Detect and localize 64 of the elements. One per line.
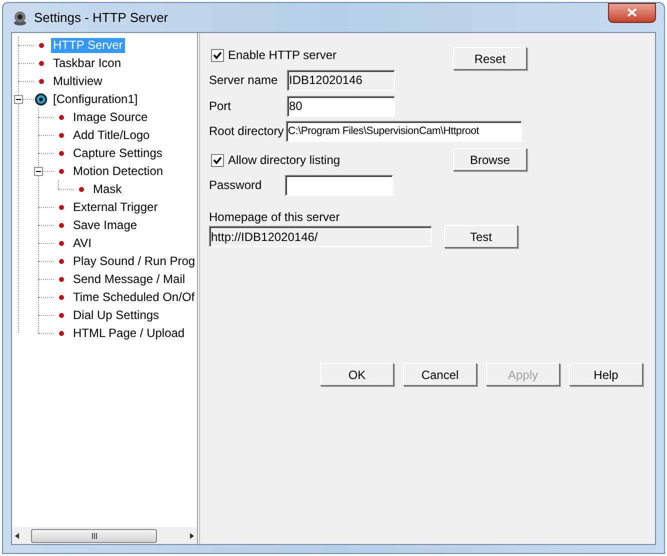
check-icon: [213, 50, 222, 60]
dialog-button[interactable]: Test: [444, 225, 518, 248]
tree-item[interactable]: Play Sound / Run Prog: [71, 254, 197, 268]
dialog-button[interactable]: Help: [569, 363, 643, 386]
dialog-button[interactable]: Cancel: [403, 363, 477, 386]
bullet-icon: [58, 132, 64, 138]
camera-eye-icon: [34, 92, 48, 106]
horizontal-scrollbar[interactable]: [12, 527, 197, 544]
bullet-icon: [58, 114, 64, 120]
tree-item[interactable]: Capture Settings: [71, 146, 164, 160]
tree-item[interactable]: Time Scheduled On/Of: [71, 290, 197, 304]
text-field[interactable]: C:\Program Files\SupervisionCam\Httproot: [286, 120, 522, 142]
tree-item[interactable]: Send Message / Mail: [71, 272, 188, 286]
bullet-icon: [58, 240, 64, 246]
bullet-icon: [58, 312, 64, 318]
field-label: Root directory: [209, 123, 285, 140]
close-button[interactable]: [608, 2, 656, 22]
close-icon: [627, 8, 637, 17]
field-label: Port: [209, 98, 232, 115]
dialog-button[interactable]: Browse: [453, 148, 527, 171]
scroll-left-icon[interactable]: [14, 532, 22, 540]
tree-item[interactable]: Motion Detection: [71, 164, 166, 178]
scroll-right-icon[interactable]: [187, 532, 195, 540]
checkbox-label: Allow directory listing: [228, 152, 340, 169]
bullet-icon: [58, 276, 64, 282]
bullet-icon: [38, 60, 44, 66]
bullet-icon: [78, 186, 84, 192]
check-icon: [213, 156, 222, 164]
bullet-icon: [58, 168, 64, 174]
text-field[interactable]: IDB12020146: [287, 70, 395, 90]
collapse-toggle[interactable]: [34, 167, 43, 176]
tree-item[interactable]: Taskbar Icon: [51, 56, 124, 70]
collapse-toggle[interactable]: [14, 95, 23, 104]
bullet-icon: [58, 150, 64, 156]
checkbox-label: Enable HTTP server: [228, 47, 336, 64]
webcam-icon: [12, 10, 28, 26]
tree-item[interactable]: Add Title/Logo: [71, 128, 152, 142]
tree-item[interactable]: Mask: [91, 182, 124, 196]
bullet-icon: [58, 330, 64, 336]
dialog-button[interactable]: OK: [320, 363, 394, 386]
tree-item[interactable]: Dial Up Settings: [71, 308, 162, 322]
bullet-icon: [38, 42, 44, 48]
bullet-icon: [58, 204, 64, 210]
tree-item[interactable]: External Trigger: [71, 200, 160, 214]
tree-item[interactable]: AVI: [71, 236, 94, 250]
tree-item[interactable]: Multiview: [51, 74, 104, 88]
checkbox[interactable]: [211, 48, 224, 62]
text-field[interactable]: http://IDB12020146/: [209, 226, 432, 247]
field-label: Server name: [209, 72, 279, 89]
checkbox[interactable]: [211, 154, 224, 166]
bullet-icon: [38, 78, 44, 84]
bullet-icon: [58, 294, 64, 300]
window-title: Settings - HTTP Server: [34, 8, 168, 27]
bullet-icon: [58, 258, 64, 264]
tree-item[interactable]: [Configuration1]: [51, 92, 140, 106]
bullet-icon: [58, 222, 64, 228]
text-field[interactable]: 80: [287, 96, 395, 116]
field-label: Homepage of this server: [209, 210, 341, 224]
tree-item[interactable]: Image Source: [71, 110, 150, 124]
tree-item[interactable]: Save Image: [71, 218, 140, 232]
tree-item[interactable]: HTML Page / Upload: [71, 326, 187, 340]
field-label: Password: [209, 177, 263, 194]
text-field[interactable]: [285, 174, 393, 196]
dialog-button[interactable]: Reset: [453, 47, 527, 70]
